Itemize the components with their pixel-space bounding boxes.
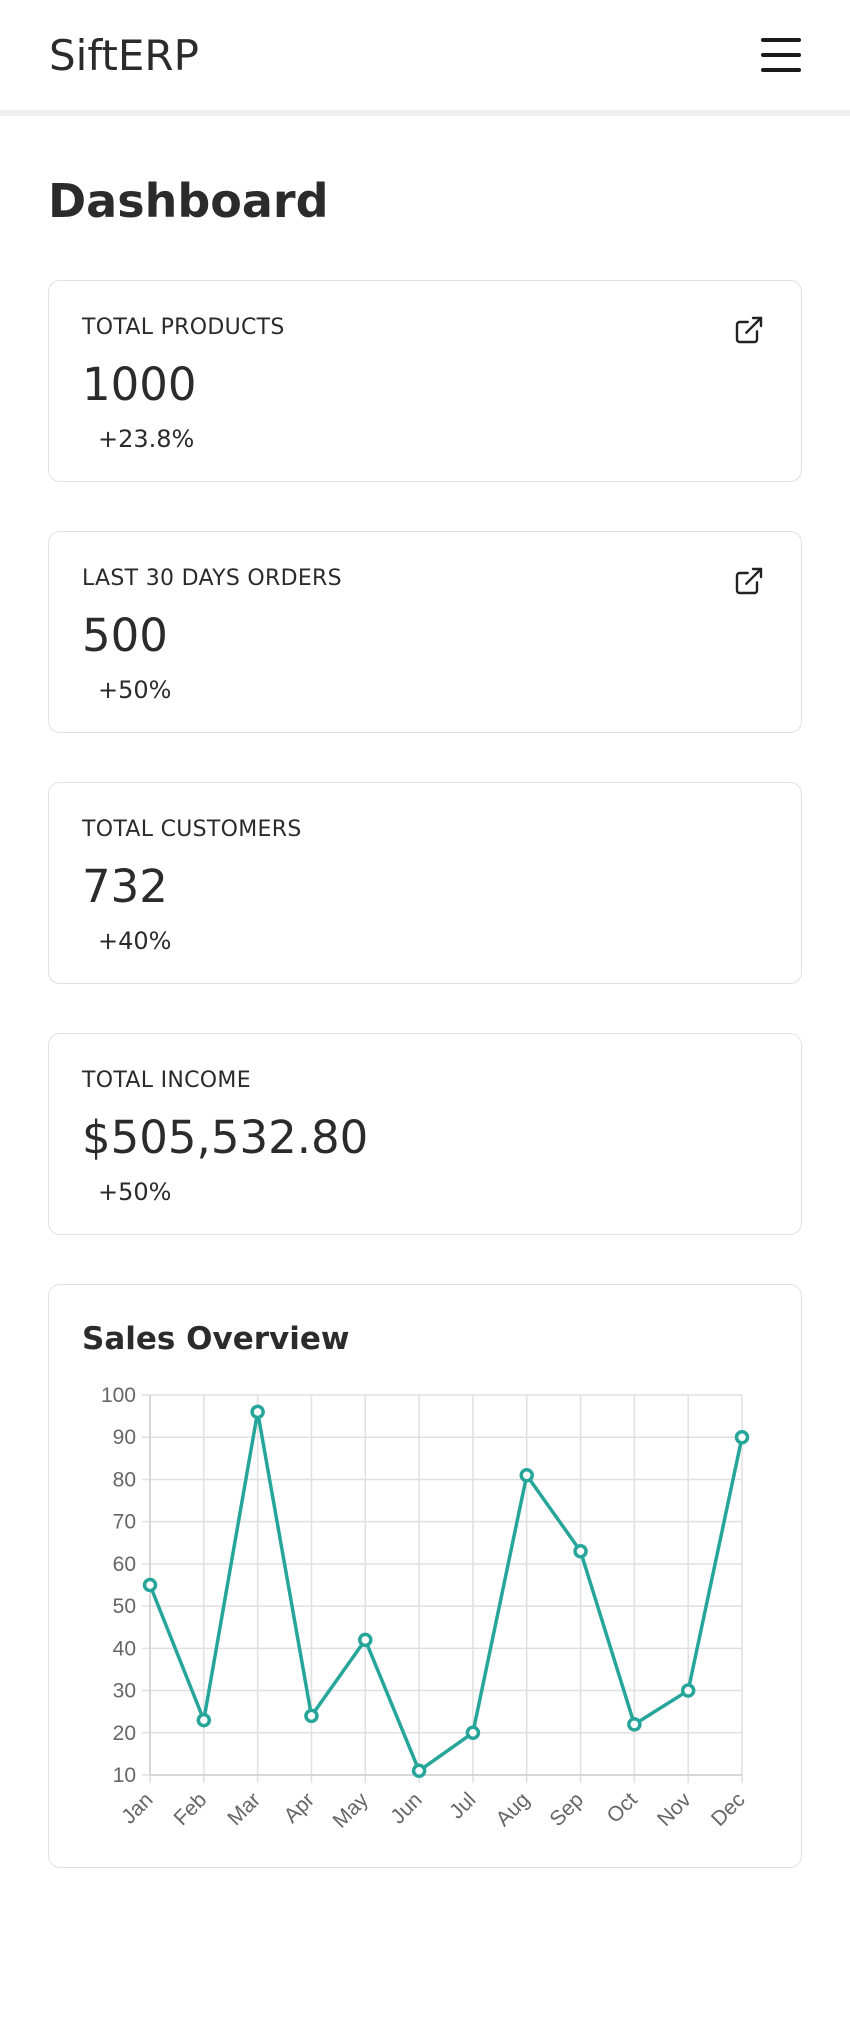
external-link-icon[interactable] [733,314,765,346]
y-tick-label: 40 [113,1637,136,1660]
data-point [304,1708,319,1724]
x-tick-label: Jul [445,1788,480,1823]
y-tick-label: 70 [113,1511,136,1534]
stat-change: +40% [98,927,172,955]
stat-change: +23.8% [98,425,195,453]
sales-series-line [148,1410,744,1773]
data-point [465,1725,481,1741]
x-tick-label: Mar [223,1788,265,1830]
x-tick-label: Oct [603,1788,642,1827]
stat-value: 732 [82,860,168,913]
stat-card-total-products: TOTAL PRODUCTS 1000 +23.8% [48,280,802,482]
data-point [142,1577,158,1593]
y-tick-label: 100 [101,1384,136,1407]
stat-change: +50% [98,1178,172,1206]
data-point [196,1712,212,1728]
stat-label: TOTAL PRODUCTS [82,315,285,340]
x-tick-label: Sep [545,1788,588,1831]
stat-label: TOTAL CUSTOMERS [82,817,302,842]
y-tick-label: 90 [113,1426,136,1449]
data-point [358,1632,373,1648]
stat-card-total-income: TOTAL INCOME $505,532.80 +50% [48,1033,802,1235]
y-tick-label: 20 [113,1722,136,1745]
data-point [519,1467,534,1483]
brand-logo[interactable]: SiftERP [49,31,199,80]
y-tick-label: 50 [113,1595,136,1618]
external-link-icon[interactable] [733,565,765,597]
x-tick-label: Nov [653,1788,696,1831]
data-point [250,1404,265,1420]
stat-label: TOTAL INCOME [82,1068,251,1093]
sales-overview-card: Sales Overview 10 20 30 40 50 60 70 80 90 100 Jan F… [48,1284,802,1868]
data-point [411,1763,427,1779]
y-tick-label: 80 [113,1468,136,1491]
data-point [627,1717,642,1732]
chart-title: Sales Overview [82,1321,350,1357]
x-tick-label: Jan [117,1788,157,1828]
stat-value: 1000 [82,358,197,411]
stat-value: 500 [82,609,168,662]
x-tick-label: May [328,1788,373,1833]
x-tick-label: Apr [280,1788,319,1827]
page-title: Dashboard [48,174,329,228]
data-point [573,1543,588,1559]
stat-change: +50% [98,676,172,704]
stat-card-total-customers: TOTAL CUSTOMERS 732 +40% [48,782,802,984]
stat-value: $505,532.80 [82,1111,369,1164]
x-tick-label: Jun [386,1788,426,1828]
stat-card-last-30-days-orders: LAST 30 DAYS ORDERS 500 +50% [48,531,802,733]
x-tick-label: Feb [170,1788,212,1830]
x-tick-label: Dec [707,1788,750,1831]
y-tick-label: 10 [113,1764,136,1787]
top-navbar: SiftERP [0,0,850,116]
main-content: Dashboard TOTAL PRODUCTS 1000 +23.8% LAS… [0,174,850,1868]
y-tick-label: 30 [113,1680,136,1703]
data-point [680,1683,696,1698]
stat-label: LAST 30 DAYS ORDERS [82,566,342,591]
data-point [734,1429,750,1445]
sales-line-chart: 10 20 30 40 50 60 70 80 90 100 Jan Feb Mar Apr May Jun J… [101,1384,750,1833]
y-tick-label: 60 [113,1553,136,1576]
hamburger-menu-icon[interactable] [761,38,801,72]
x-tick-label: Aug [492,1788,535,1831]
